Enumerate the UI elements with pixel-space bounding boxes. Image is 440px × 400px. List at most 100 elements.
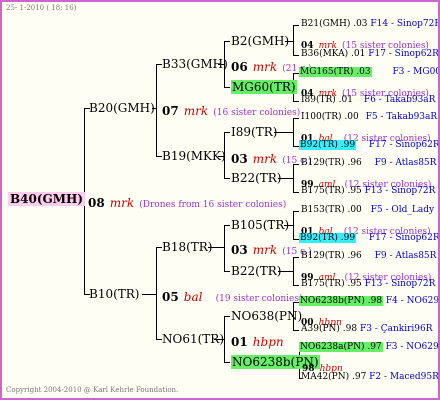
ancestor-ref: F3 - MG00R bbox=[392, 67, 438, 77]
connector bbox=[224, 132, 230, 133]
connector bbox=[224, 362, 230, 363]
connector bbox=[293, 192, 299, 193]
queen-node: MG60(TR) bbox=[231, 80, 297, 94]
ancestor-row: MG165(TR) .03 F3 - MG00R bbox=[299, 67, 438, 77]
ancestor-ref: F13 - Sinop72R bbox=[364, 186, 436, 196]
connector bbox=[156, 64, 157, 156]
connector bbox=[224, 316, 230, 317]
queen-node: NO61(TR) bbox=[162, 332, 225, 346]
ancestor-row: B21(GMH) .03 F14 - Sinop72R bbox=[301, 19, 440, 29]
ancestor-row: B92(TR) .99 F17 - Sinop62R bbox=[299, 140, 440, 150]
ancestor-ref: F5 - Old_Lady bbox=[370, 205, 435, 215]
ancestor-ref: F17 - Sinop62R bbox=[368, 140, 440, 150]
copyright: Copyright 2004-2010 @ Karl Kehrle Founda… bbox=[6, 386, 179, 394]
mating-year: 01 bbox=[231, 335, 248, 349]
ancestor-name: B36(MKA) .01 bbox=[301, 49, 366, 59]
connector bbox=[224, 41, 230, 42]
ancestor-name: B129(TR) .96 bbox=[301, 158, 362, 168]
ancestor-row: B92(TR) .99 F17 - Sinop62R bbox=[299, 233, 440, 243]
mating-type: mrk bbox=[252, 60, 278, 74]
mating-year: 05 bbox=[162, 290, 179, 304]
ancestor-row: A39(PN) .98 F3 - Çankiri96R bbox=[301, 324, 433, 334]
mating-type: mrk bbox=[252, 152, 278, 166]
queen-node: I89(TR) bbox=[231, 125, 278, 139]
mating-year: 03 bbox=[231, 152, 248, 166]
ancestor-row: B175(TR) .95 F13 - Sinop72R bbox=[301, 279, 435, 289]
connector bbox=[224, 316, 225, 362]
ancestor-name: B153(TR) .00 bbox=[301, 205, 362, 215]
ancestor-name: I100(TR) .00 bbox=[301, 112, 359, 122]
ancestor-name: B21(GMH) .03 bbox=[301, 19, 368, 29]
ancestor-row: MA42(PN) .97 F2 - Maced95R bbox=[301, 372, 439, 382]
connector bbox=[224, 178, 230, 179]
ancestor-row: B129(TR) .96 F9 - Atlas85R bbox=[301, 251, 436, 261]
mating-type: hbpn bbox=[252, 335, 284, 349]
queen-node: B19(MKK) bbox=[162, 149, 226, 163]
ancestor-name: MG165(TR) .03 bbox=[299, 67, 372, 77]
mating-type: mrk bbox=[183, 104, 209, 118]
queen-node: B105(TR) bbox=[231, 218, 290, 232]
mating-note: (16 sister colonies) bbox=[213, 108, 301, 118]
connector bbox=[224, 271, 230, 272]
connector bbox=[293, 211, 294, 239]
connector bbox=[293, 118, 294, 146]
connector bbox=[293, 211, 299, 212]
connector bbox=[224, 225, 225, 271]
connector bbox=[293, 25, 299, 26]
ancestor-ref: F5 - Takab93aR bbox=[365, 112, 438, 122]
ancestor-ref: F2 - Maced95R bbox=[369, 372, 439, 382]
connector bbox=[156, 247, 157, 339]
ancestor-name: B92(TR) .99 bbox=[299, 140, 357, 150]
ancestor-ref: F6 - Takab93aR bbox=[363, 95, 436, 105]
mating-type: mrk bbox=[109, 196, 135, 210]
ancestor-row: B129(TR) .96 F9 - Atlas85R bbox=[301, 158, 436, 168]
queen-node: B22(TR) bbox=[231, 264, 282, 278]
mating-type: mrk bbox=[252, 243, 278, 257]
ancestor-name: B175(TR) .95 bbox=[301, 279, 362, 289]
ancestor-ref: F9 - Atlas85R bbox=[374, 251, 437, 261]
mating-year: 08 bbox=[88, 196, 105, 210]
mating-note: (19 sister colonies) bbox=[215, 294, 303, 304]
ancestor-ref: F3 - Çankiri96R bbox=[359, 324, 433, 334]
ancestor-ref: F3 - NO6294R bbox=[385, 342, 439, 352]
root-mating: 08 mrk (Drones from 16 sister colonies) bbox=[88, 192, 286, 211]
ancestor-ref: F13 - Sinop72R bbox=[364, 279, 436, 289]
ancestor-name: NO6238b(PN) .98 bbox=[299, 296, 384, 306]
mating-note: (Drones from 16 sister colonies) bbox=[139, 200, 287, 210]
date-stamp: 25- 1-2010 ( 18: 16) bbox=[6, 4, 77, 12]
ancestor-ref: F4 - NO6294R bbox=[385, 296, 440, 306]
ancestor-ref: F9 - Atlas85R bbox=[374, 158, 437, 168]
root-queen: B40(GMH) bbox=[8, 192, 86, 206]
ancestor-ref: F17 - Sinop62R bbox=[368, 233, 440, 243]
queen-node: B18(TR) bbox=[162, 240, 213, 254]
connector bbox=[293, 164, 294, 192]
connector bbox=[224, 87, 230, 88]
mating-year: 07 bbox=[162, 104, 179, 118]
ancestor-row: B153(TR) .00 F5 - Old_Lady bbox=[301, 205, 434, 215]
mating-year: 03 bbox=[231, 243, 248, 257]
connector bbox=[293, 257, 294, 285]
ancestor-name: I89(TR) .01 bbox=[301, 95, 353, 105]
queen-node: B20(GMH) bbox=[89, 101, 155, 115]
queen-node: B22(TR) bbox=[231, 171, 282, 185]
mating-year: 06 bbox=[231, 60, 248, 74]
ancestor-ref: F14 - Sinop72R bbox=[370, 19, 440, 29]
ancestor-row: B36(MKA) .01 F17 - Sinop62R bbox=[301, 49, 439, 59]
ancestor-ref: F17 - Sinop62R bbox=[368, 49, 439, 59]
mating-info: 03 mrk (15 c.) bbox=[231, 148, 312, 167]
pedigree-chart: 25- 1-2010 ( 18: 16) Copyright 2004-2010… bbox=[0, 0, 440, 400]
ancestor-name: B92(TR) .99 bbox=[299, 233, 357, 243]
ancestor-row: I100(TR) .00 F5 - Takab93aR bbox=[301, 112, 437, 122]
ancestor-name: B175(TR) .95 bbox=[301, 186, 362, 196]
connector bbox=[224, 225, 230, 226]
mating-info: 01 hbpn bbox=[231, 331, 284, 350]
ancestor-name: A39(PN) .98 bbox=[301, 324, 358, 334]
ancestor-name: MA42(PN) .97 bbox=[301, 372, 367, 382]
ancestor-row: B175(TR) .95 F13 - Sinop72R bbox=[301, 186, 435, 196]
ancestor-row: NO6238a(PN) .97 F3 - NO6294R bbox=[299, 342, 439, 352]
ancestor-name: NO6238a(PN) .97 bbox=[299, 342, 383, 352]
queen-node: NO638(PN) bbox=[231, 309, 303, 323]
connector bbox=[293, 25, 294, 55]
mating-info: 07 mrk (16 sister colonies) bbox=[162, 100, 300, 119]
ancestor-row: NO6238b(PN) .98 F4 - NO6294R bbox=[299, 296, 440, 306]
